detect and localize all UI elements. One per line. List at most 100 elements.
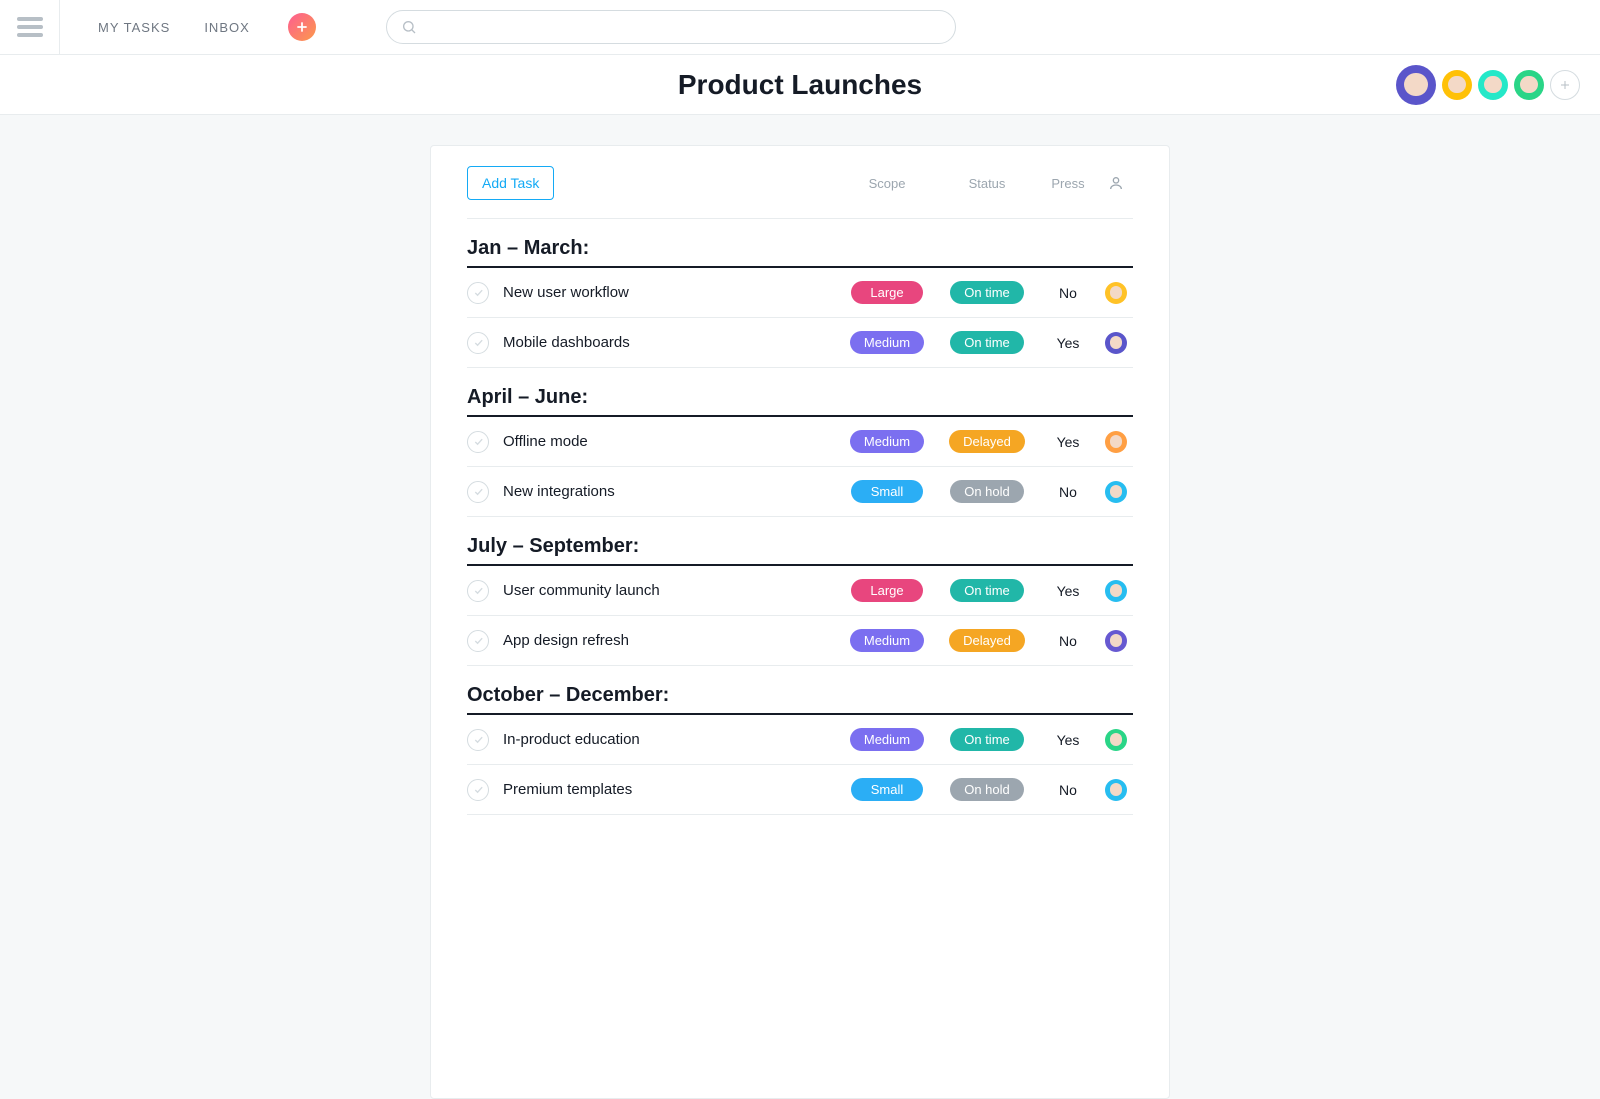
cell-scope[interactable]: Medium [837, 728, 937, 751]
task-row: In-product education Medium On timeYes [467, 715, 1133, 765]
cell-status[interactable]: On hold [937, 480, 1037, 503]
check-icon [473, 287, 484, 298]
status-pill: On time [950, 331, 1024, 354]
check-icon [473, 585, 484, 596]
assignee-avatar [1105, 481, 1127, 503]
add-task-button[interactable]: Add Task [467, 166, 554, 200]
cell-status[interactable]: On time [937, 728, 1037, 751]
scope-pill: Medium [850, 728, 924, 751]
cell-scope[interactable]: Small [837, 480, 937, 503]
add-member-button[interactable] [1550, 70, 1580, 100]
add-button[interactable] [288, 13, 316, 41]
column-headers: Scope Status Press [837, 175, 1133, 191]
cell-assignee[interactable] [1099, 332, 1133, 354]
status-pill: On hold [950, 778, 1024, 801]
search-field[interactable] [386, 10, 956, 44]
cell-status[interactable]: On time [937, 579, 1037, 602]
plus-icon [1559, 79, 1571, 91]
complete-checkbox[interactable] [467, 282, 489, 304]
complete-checkbox[interactable] [467, 779, 489, 801]
task-name[interactable]: User community launch [503, 582, 837, 599]
cell-scope[interactable]: Medium [837, 430, 937, 453]
cell-status[interactable]: Delayed [937, 430, 1037, 453]
scope-pill: Medium [850, 331, 924, 354]
check-icon [473, 734, 484, 745]
task-row: Premium templates Small On hold No [467, 765, 1133, 815]
check-icon [473, 784, 484, 795]
task-row: App design refreshMediumDelayedNo [467, 616, 1133, 666]
task-row: New integrations Small On hold No [467, 467, 1133, 517]
plus-icon [295, 20, 309, 34]
task-name[interactable]: Offline mode [503, 433, 837, 450]
task-row: Mobile dashboards Medium On time Yes [467, 318, 1133, 368]
cell-scope[interactable]: Small [837, 778, 937, 801]
nav-inbox[interactable]: INBOX [204, 20, 249, 35]
search-input[interactable] [425, 19, 941, 35]
check-icon [473, 486, 484, 497]
complete-checkbox[interactable] [467, 729, 489, 751]
cell-press[interactable]: No [1037, 782, 1099, 798]
task-name[interactable]: Premium templates [503, 781, 837, 798]
member-avatar[interactable] [1442, 70, 1472, 100]
task-card: Add Task Scope Status Press Jan – March:… [430, 145, 1170, 1099]
cell-assignee[interactable] [1099, 431, 1133, 453]
cell-scope[interactable]: Medium [837, 629, 937, 652]
project-header: Product Launches [0, 55, 1600, 115]
cell-scope[interactable]: Large [837, 281, 937, 304]
cell-status[interactable]: Delayed [937, 629, 1037, 652]
assignee-avatar [1105, 580, 1127, 602]
section-title[interactable]: April – June: [467, 386, 1133, 417]
scope-pill: Small [851, 480, 923, 503]
complete-checkbox[interactable] [467, 630, 489, 652]
check-icon [473, 337, 484, 348]
cell-press[interactable]: Yes [1037, 335, 1099, 351]
cell-press[interactable]: Yes [1037, 732, 1099, 748]
task-name[interactable]: Mobile dashboards [503, 334, 837, 351]
cell-status[interactable]: On hold [937, 778, 1037, 801]
menu-icon[interactable] [17, 17, 43, 37]
cell-assignee[interactable] [1099, 481, 1133, 503]
task-row: Offline modeMediumDelayedYes [467, 417, 1133, 467]
cell-scope[interactable]: Medium [837, 331, 937, 354]
status-pill: On hold [950, 480, 1024, 503]
section-title[interactable]: October – December: [467, 684, 1133, 715]
complete-checkbox[interactable] [467, 481, 489, 503]
scope-pill: Small [851, 778, 923, 801]
column-header-assignee [1099, 175, 1133, 191]
assignee-avatar [1105, 630, 1127, 652]
complete-checkbox[interactable] [467, 332, 489, 354]
cell-press[interactable]: Yes [1037, 434, 1099, 450]
cell-press[interactable]: No [1037, 633, 1099, 649]
cell-assignee[interactable] [1099, 630, 1133, 652]
check-icon [473, 635, 484, 646]
cell-press[interactable]: No [1037, 484, 1099, 500]
cell-press[interactable]: Yes [1037, 583, 1099, 599]
section-title[interactable]: Jan – March: [467, 237, 1133, 268]
member-avatar[interactable] [1514, 70, 1544, 100]
task-name[interactable]: In-product education [503, 731, 837, 748]
section-title[interactable]: July – September: [467, 535, 1133, 566]
main-stage: Add Task Scope Status Press Jan – March:… [0, 115, 1600, 1099]
member-avatar[interactable] [1478, 70, 1508, 100]
cell-assignee[interactable] [1099, 779, 1133, 801]
task-name[interactable]: App design refresh [503, 632, 837, 649]
task-name[interactable]: New user workflow [503, 284, 837, 301]
cell-assignee[interactable] [1099, 282, 1133, 304]
assignee-avatar [1105, 729, 1127, 751]
page-title: Product Launches [678, 69, 922, 101]
column-header-status: Status [937, 176, 1037, 191]
cell-scope[interactable]: Large [837, 579, 937, 602]
task-row: New user workflowLargeOn timeNo [467, 268, 1133, 318]
cell-assignee[interactable] [1099, 580, 1133, 602]
nav-my-tasks[interactable]: MY TASKS [98, 20, 170, 35]
task-row: User community launchLargeOn timeYes [467, 566, 1133, 616]
column-header-scope: Scope [837, 176, 937, 191]
cell-status[interactable]: On time [937, 281, 1037, 304]
member-avatar[interactable] [1396, 65, 1436, 105]
complete-checkbox[interactable] [467, 431, 489, 453]
cell-press[interactable]: No [1037, 285, 1099, 301]
task-name[interactable]: New integrations [503, 483, 837, 500]
cell-assignee[interactable] [1099, 729, 1133, 751]
cell-status[interactable]: On time [937, 331, 1037, 354]
complete-checkbox[interactable] [467, 580, 489, 602]
